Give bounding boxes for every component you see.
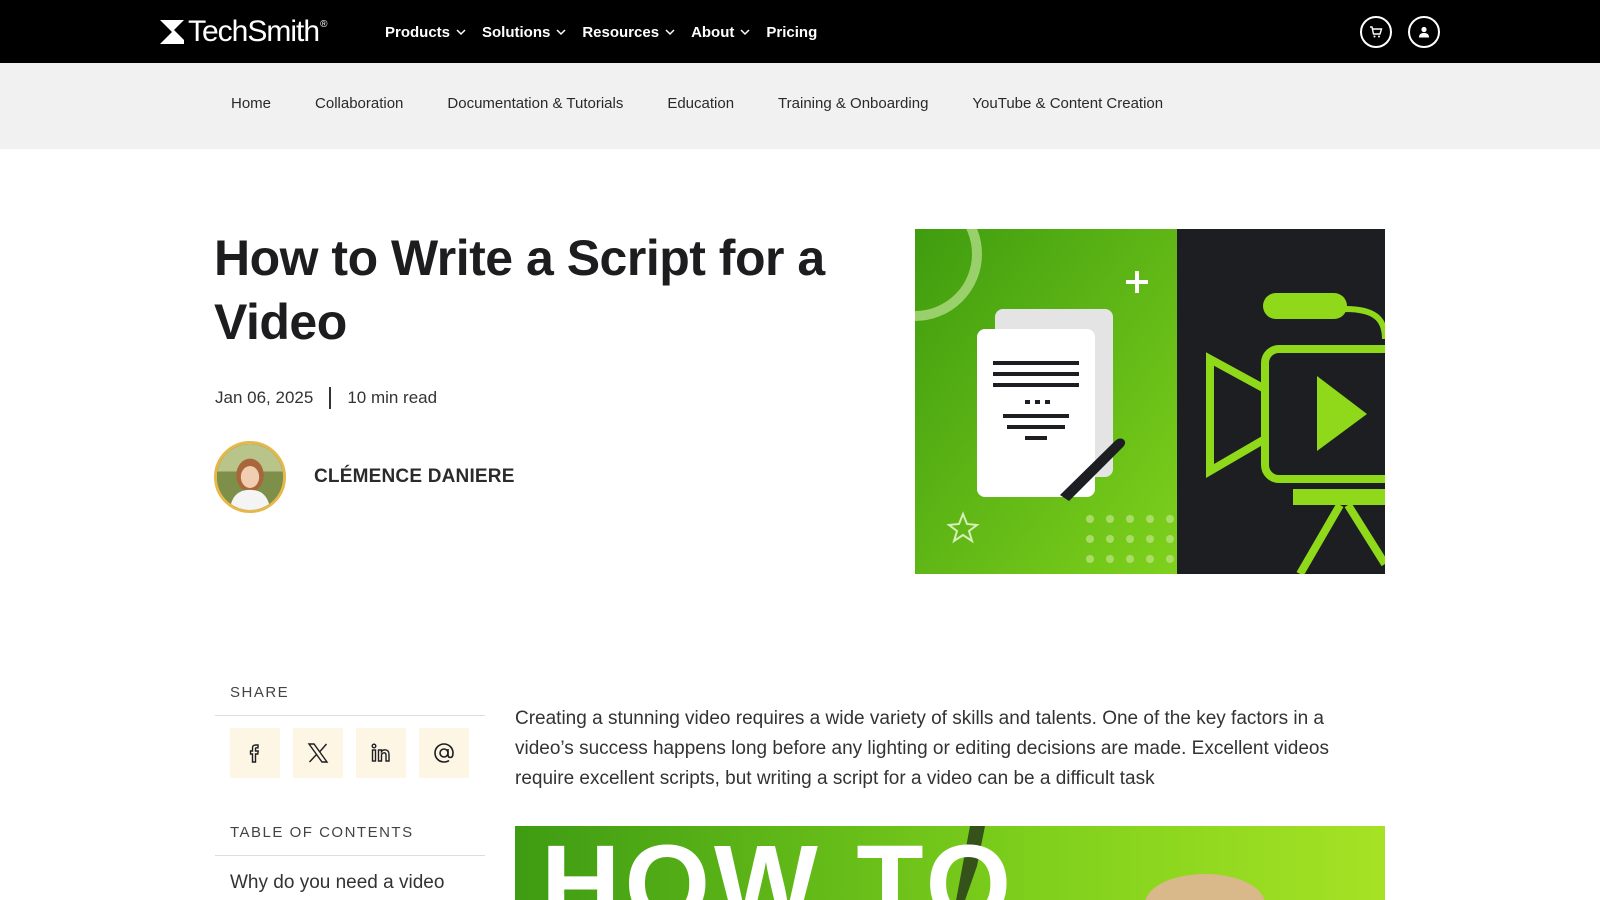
nav-pricing[interactable]: Pricing	[766, 20, 817, 44]
subnav-training-onboarding[interactable]: Training & Onboarding	[778, 95, 928, 112]
video-thumbnail-text: HOW TO	[541, 826, 1016, 900]
nav-products[interactable]: Products	[385, 20, 466, 44]
share-x-button[interactable]	[293, 728, 343, 778]
main-menu: Products Solutions Resources About Prici…	[385, 20, 833, 44]
cart-button[interactable]	[1360, 16, 1392, 48]
nav-about[interactable]: About	[691, 20, 750, 44]
blog-category-nav: Home Collaboration Documentation & Tutor…	[0, 63, 1600, 149]
share-email-button[interactable]	[419, 728, 469, 778]
toc-divider	[215, 855, 485, 856]
share-facebook-button[interactable]	[230, 728, 280, 778]
author-block: CLÉMENCE DANIERE	[214, 441, 515, 513]
toc-label: TABLE OF CONTENTS	[230, 824, 414, 841]
email-icon	[434, 743, 454, 763]
account-button[interactable]	[1408, 16, 1440, 48]
linkedin-icon	[371, 743, 390, 762]
nav-icon-group	[1360, 16, 1440, 48]
author-name[interactable]: CLÉMENCE DANIERE	[314, 466, 515, 488]
script-camera-illustration	[915, 229, 1385, 574]
top-navigation-bar: TechSmith ® Products Solutions Resources…	[0, 0, 1600, 63]
techsmith-logo-icon	[160, 20, 184, 44]
nav-pricing-label: Pricing	[766, 23, 818, 41]
author-photo	[217, 444, 283, 510]
nav-products-label: Products	[385, 23, 451, 41]
nav-solutions[interactable]: Solutions	[482, 20, 566, 44]
share-label: SHARE	[230, 684, 290, 701]
account-icon	[1419, 26, 1429, 38]
read-time: 10 min read	[347, 388, 438, 407]
brand-name: TechSmith	[188, 15, 320, 48]
share-divider	[215, 715, 485, 716]
publish-date: Jan 06, 2025	[215, 388, 314, 407]
author-avatar[interactable]	[214, 441, 286, 513]
x-icon	[307, 743, 329, 763]
nav-about-label: About	[691, 23, 735, 41]
chevron-down-icon	[665, 29, 675, 36]
brand-registered-mark: ®	[320, 18, 328, 30]
toc-item[interactable]: Why do you need a video script?	[230, 870, 480, 900]
subnav-home[interactable]: Home	[231, 95, 271, 112]
subnav-youtube-content-creation[interactable]: YouTube & Content Creation	[972, 95, 1163, 112]
article-meta: Jan 06, 2025 10 min read	[215, 387, 437, 409]
subnav-documentation-tutorials[interactable]: Documentation & Tutorials	[447, 95, 623, 112]
chevron-down-icon	[556, 29, 566, 36]
cart-icon	[1370, 26, 1383, 38]
share-buttons	[230, 728, 469, 778]
hero-illustration	[915, 229, 1385, 574]
nav-resources[interactable]: Resources	[582, 20, 675, 44]
nav-solutions-label: Solutions	[482, 23, 551, 41]
nav-resources-label: Resources	[582, 23, 660, 41]
meta-divider	[329, 387, 332, 409]
chevron-down-icon	[456, 29, 466, 36]
facebook-icon	[249, 744, 259, 763]
subnav-collaboration[interactable]: Collaboration	[315, 95, 403, 112]
subnav-education[interactable]: Education	[667, 95, 734, 112]
share-linkedin-button[interactable]	[356, 728, 406, 778]
video-thumbnail[interactable]: HOW TO	[515, 826, 1385, 900]
article-title: How to Write a Script for a Video	[214, 230, 825, 350]
techsmith-logo[interactable]: TechSmith ®	[160, 16, 327, 48]
chevron-down-icon	[740, 29, 750, 36]
article-intro: Creating a stunning video requires a wid…	[515, 708, 1329, 789]
